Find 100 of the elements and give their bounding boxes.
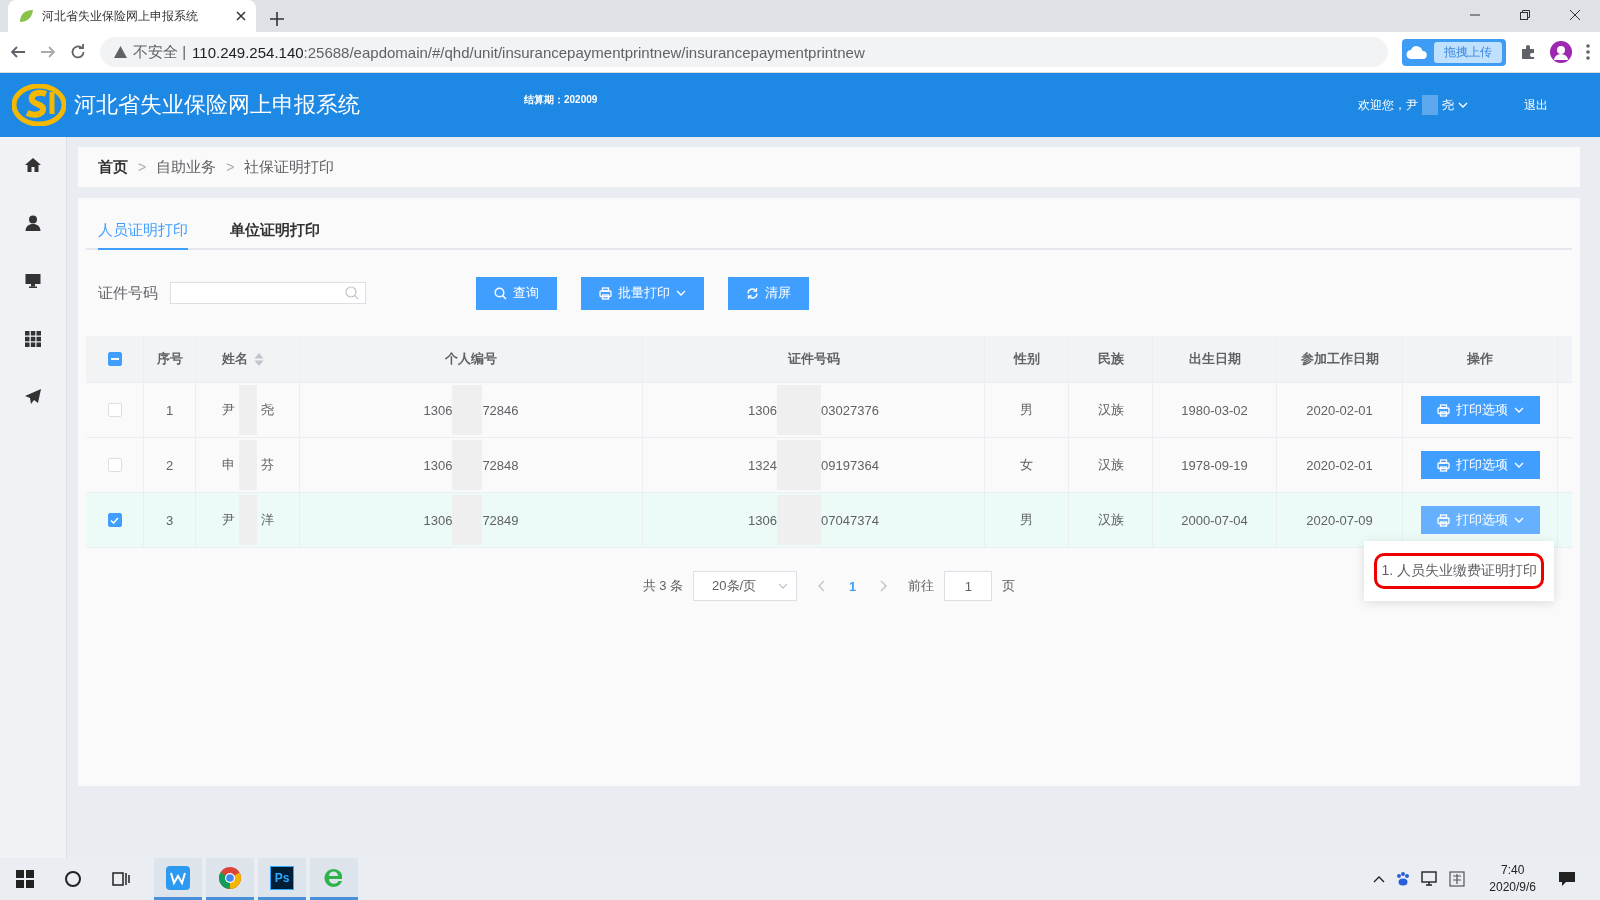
paw-icon[interactable] xyxy=(1395,871,1412,887)
name-text: 尧 xyxy=(260,401,274,419)
search-icon xyxy=(494,286,507,300)
close-icon[interactable] xyxy=(1570,10,1580,20)
refresh-icon xyxy=(746,286,759,300)
notification-icon[interactable] xyxy=(1558,871,1576,887)
name-text: 申 xyxy=(221,456,235,474)
table-cell: 汉族 xyxy=(1069,383,1153,437)
number-text: 72849 xyxy=(482,512,519,528)
table-cell: 1980-03-02 xyxy=(1153,383,1277,437)
tab[interactable]: 单位证明打印 xyxy=(230,221,320,250)
column-header: 操作 xyxy=(1467,350,1493,368)
name-text: 芬 xyxy=(260,456,274,474)
caret-icon xyxy=(676,290,686,296)
taskbar-app[interactable] xyxy=(154,858,202,900)
table-cell: 女 xyxy=(985,438,1069,492)
caret-icon xyxy=(1458,102,1468,108)
reload-icon[interactable] xyxy=(70,44,86,60)
number-text: 03027376 xyxy=(821,402,879,418)
monitor-icon[interactable] xyxy=(24,272,42,290)
taskbar-app[interactable] xyxy=(206,858,254,900)
number-text: 1324 xyxy=(748,457,778,473)
number-text: 72846 xyxy=(482,402,519,418)
column-header: 参加工作日期 xyxy=(1300,350,1379,368)
document-app-icon xyxy=(166,865,190,890)
close-icon[interactable] xyxy=(236,11,246,21)
address-field[interactable]: 不安全 | 110.249.254.140:25688/eapdomain/#/qhd/unit/insurancepaymentprintnew/insurancepaymentprintnew xyxy=(100,37,1388,67)
page-suffix: 页 xyxy=(1002,577,1016,595)
table-cell: 1 xyxy=(144,383,196,437)
number-text: 09197364 xyxy=(821,457,879,473)
table-cell: 2020-02-01 xyxy=(1277,438,1403,492)
send-icon[interactable] xyxy=(24,388,42,406)
avatar-icon[interactable] xyxy=(1550,41,1572,63)
printer-icon xyxy=(1436,403,1450,417)
breadcrumb-link[interactable]: 首页 xyxy=(98,157,128,177)
user-menu[interactable]: 欢迎您，尹 尧 xyxy=(1358,95,1468,115)
caret-icon xyxy=(1513,517,1524,523)
taskbar-app[interactable]: Ps xyxy=(258,858,306,900)
table-cell: 男 xyxy=(985,493,1069,547)
chrome-icon xyxy=(218,865,242,890)
column-header: 民族 xyxy=(1097,350,1124,368)
number-text: 1306 xyxy=(748,512,778,528)
logout-link[interactable]: 退出 xyxy=(1524,96,1548,114)
number-text: 07047374 xyxy=(821,512,879,528)
minus-icon xyxy=(110,358,119,360)
printer-icon xyxy=(1436,458,1450,472)
number-text: 1306 xyxy=(423,457,453,473)
printer-icon xyxy=(599,286,612,300)
table-cell: 男 xyxy=(985,383,1069,437)
name-text: 洋 xyxy=(260,511,274,529)
cloud-icon xyxy=(1406,44,1428,60)
table-cell: 2 xyxy=(144,438,196,492)
id-number-field[interactable] xyxy=(170,282,366,304)
column-header[interactable]: 姓名 xyxy=(222,350,248,368)
new-tab-icon[interactable] xyxy=(270,12,284,26)
windows-start-icon[interactable] xyxy=(16,870,34,888)
name-text: 尹 xyxy=(221,511,235,529)
clock-time[interactable]: 7:40 xyxy=(1489,862,1536,879)
system-title: 河北省失业保险网上申报系统 xyxy=(74,91,361,119)
table-cell: 1978-09-19 xyxy=(1153,438,1277,492)
goto-label: 前往 xyxy=(908,577,935,595)
back-icon[interactable] xyxy=(10,44,26,60)
column-header: 证件号码 xyxy=(787,350,840,368)
number-text: 72848 xyxy=(482,457,519,473)
restore-icon[interactable] xyxy=(1520,10,1530,20)
table-cell: 汉族 xyxy=(1069,438,1153,492)
checkbox[interactable] xyxy=(107,352,122,366)
logo-icon xyxy=(12,84,66,126)
settlement-period: 结算期：202009 xyxy=(524,93,599,107)
table-cell: 汉族 xyxy=(1069,493,1153,547)
browser-tab[interactable]: 河北省失业保险网上申报系统 xyxy=(8,0,256,32)
table-cell: 3 xyxy=(144,493,196,547)
grid-icon[interactable] xyxy=(24,330,42,348)
table-cell: 2000-07-04 xyxy=(1153,493,1277,547)
checkbox[interactable] xyxy=(107,513,122,527)
page-size-select[interactable]: 20条/页 xyxy=(693,571,798,601)
search-icon[interactable] xyxy=(64,870,82,888)
taskbar-app[interactable] xyxy=(310,858,358,900)
name-text: 尹 xyxy=(221,401,235,419)
caret-icon xyxy=(1513,462,1524,468)
number-text: 1306 xyxy=(423,402,453,418)
breadcrumb-link[interactable]: 社保证明打印 xyxy=(244,157,335,177)
number-text: 1306 xyxy=(423,512,453,528)
person-icon[interactable] xyxy=(24,214,42,232)
column-header: 序号 xyxy=(156,350,183,368)
printer-icon xyxy=(1436,513,1450,527)
column-header: 出生日期 xyxy=(1188,350,1241,368)
menu-item[interactable]: 1. 人员失业缴费证明打印 xyxy=(1374,553,1544,589)
clock-date[interactable]: 2020/9/6 xyxy=(1489,879,1536,896)
chevron-up-icon[interactable] xyxy=(1373,875,1386,883)
search-icon xyxy=(345,286,359,300)
menu-icon[interactable] xyxy=(1586,44,1590,60)
column-header: 个人编号 xyxy=(445,350,497,368)
task-view-icon[interactable] xyxy=(112,870,130,888)
page-input[interactable]: 1 xyxy=(944,571,993,601)
puzzle-icon[interactable] xyxy=(1520,44,1536,60)
home-icon[interactable] xyxy=(24,156,42,174)
breadcrumb-link[interactable]: 自助业务 xyxy=(156,157,217,177)
column-header: 性别 xyxy=(1013,350,1040,368)
id-number-label: 证件号码 xyxy=(98,283,158,303)
